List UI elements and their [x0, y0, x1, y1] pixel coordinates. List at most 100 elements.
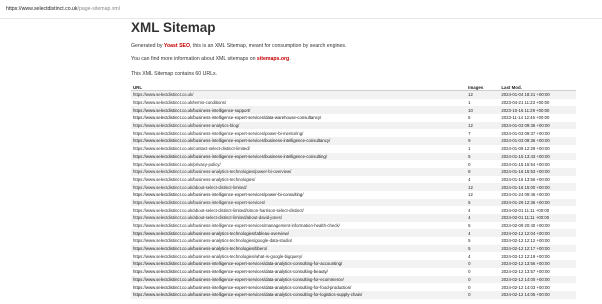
images-cell: 7 — [468, 130, 471, 136]
url-cell: https://www.selectdistinct.co.uk/busines… — [131, 121, 467, 130]
table-row: https://www.selectdistinct.co.uk/busines… — [131, 167, 576, 176]
url-link[interactable]: https://www.selectdistinct.co.uk/contact… — [133, 146, 250, 151]
images-cell: 4 — [468, 253, 471, 259]
images-cell: 10 — [466, 106, 500, 115]
info-text: You can find more information about XML … — [131, 56, 291, 62]
sitemaps-org-link[interactable]: sitemaps.org — [257, 56, 289, 62]
url-link[interactable]: https://www.selectdistinct.co.uk/busines… — [133, 231, 289, 236]
images-cell: 0 — [466, 290, 500, 299]
lastmod-cell: 2024-02-12 14:00 +00:00 — [499, 275, 576, 284]
table-row: https://www.selectdistinct.co.uk/about-s… — [131, 183, 576, 191]
address-text[interactable]: https://www.selectdistinct.co.uk/page-si… — [0, 6, 120, 12]
url-link[interactable]: https://www.selectdistinct.co.uk/busines… — [133, 223, 340, 228]
table-row: https://www.selectdistinct.co.uk/busines… — [131, 114, 576, 122]
url-link[interactable]: https://www.selectdistinct.co.uk/busines… — [133, 192, 304, 197]
images-cell: 4 — [468, 207, 471, 213]
url-cell: https://www.selectdistinct.co.uk/busines… — [131, 114, 466, 122]
url-cell: https://www.selectdistinct.co.uk/busines… — [131, 252, 466, 260]
images-cell: 0 — [468, 161, 471, 167]
images-cell: 5 — [466, 244, 500, 253]
images-cell: 12 — [468, 192, 473, 198]
url-link[interactable]: https://www.selectdistinct.co.uk/busines… — [133, 169, 291, 174]
url-link[interactable]: https://www.selectdistinct.co.uk/busines… — [133, 292, 362, 297]
images-cell: 5 — [466, 152, 500, 161]
lastmod-cell: 2024-01-15 13:43 +00:00 — [499, 152, 576, 161]
table-row: https://www.selectdistinct.co.uk/busines… — [131, 176, 576, 184]
generated-suffix: , this is an XML Sitemap, meant for cons… — [190, 43, 347, 49]
url-link[interactable]: https://www.selectdistinct.co.uk/terms-c… — [133, 100, 226, 105]
url-link[interactable]: https://www.selectdistinct.co.uk/busines… — [133, 269, 328, 274]
address-bar[interactable]: https://www.selectdistinct.co.uk/page-si… — [0, 0, 602, 19]
lastmod-cell: 2024-01-03 09:37 +00:00 — [501, 130, 550, 136]
table-row: https://www.selectdistinct.co.uk/busines… — [131, 229, 576, 238]
images-cell: 4 — [466, 229, 500, 238]
url-link[interactable]: https://www.selectdistinct.co.uk/about-s… — [133, 208, 304, 213]
url-link[interactable]: https://www.selectdistinct.co.uk/busines… — [133, 131, 303, 136]
url-link[interactable]: https://www.selectdistinct.co.uk/busines… — [133, 285, 351, 290]
url-link[interactable]: https://www.selectdistinct.co.uk/busines… — [133, 123, 239, 128]
table-row: https://www.selectdistinct.co.uk/privacy… — [131, 160, 576, 168]
images-cell: 9 — [466, 137, 500, 145]
url-link[interactable]: https://www.selectdistinct.co.uk/busines… — [133, 108, 250, 113]
url-cell: https://www.selectdistinct.co.uk/busines… — [131, 275, 467, 284]
url-link[interactable]: https://www.selectdistinct.co.uk/busines… — [133, 238, 292, 243]
url-cell: https://www.selectdistinct.co.uk/ — [131, 90, 467, 99]
lastmod-cell: 2024-02-12 12:19 +00:00 — [501, 253, 550, 259]
generated-prefix: Generated by — [131, 43, 164, 49]
table-row: https://www.selectdistinct.co.uk/busines… — [131, 283, 576, 291]
url-cell: https://www.selectdistinct.co.uk/contact… — [131, 145, 466, 153]
url-link[interactable]: https://www.selectdistinct.co.uk/about-s… — [133, 215, 282, 220]
table-row: https://www.selectdistinct.co.uk/about-s… — [131, 206, 576, 214]
lastmod-cell: 2024-02-12 13:56 +00:00 — [499, 260, 576, 268]
url-link[interactable]: https://www.selectdistinct.co.uk/busines… — [133, 246, 267, 251]
lastmod-cell: 2024-02-12 12:04 +00:00 — [499, 229, 576, 238]
url-link[interactable]: https://www.selectdistinct.co.uk/about-s… — [133, 185, 247, 190]
info-prefix: You can find more information about XML … — [131, 56, 257, 62]
url-cell: https://www.selectdistinct.co.uk/about-s… — [131, 206, 466, 214]
lastmod-cell: 2024-01-16 13:56 +00:00 — [501, 176, 550, 182]
lastmod-cell: 2024-01-08 12:29 +00:00 — [501, 146, 550, 152]
table-row: https://www.selectdistinct.co.uk/busines… — [131, 252, 576, 260]
lastmod-cell: 2024-01-16 15:00 +00:00 — [499, 183, 576, 191]
images-cell: 5 — [468, 238, 471, 244]
lastmod-cell: 2023-10-16 11:29 +00:00 — [499, 106, 576, 115]
url-cell: https://www.selectdistinct.co.uk/busines… — [131, 260, 467, 268]
images-cell: 1 — [468, 100, 471, 106]
url-cell: https://www.selectdistinct.co.uk/terms-c… — [131, 99, 466, 107]
lastmod-cell: 2024-01-16 15:53 +00:00 — [499, 167, 576, 176]
sitemap-table: URL Images Last Mod. https://www.selectd… — [131, 84, 576, 299]
lastmod-cell: 2024-02-01 11:11 +00:00 — [501, 207, 550, 213]
images-cell: 5 — [468, 115, 471, 121]
url-cell: https://www.selectdistinct.co.uk/busines… — [131, 244, 467, 253]
images-cell: 4 — [468, 176, 471, 182]
url-link[interactable]: https://www.selectdistinct.co.uk/busines… — [133, 200, 265, 205]
url-link[interactable]: https://www.selectdistinct.co.uk/busines… — [133, 154, 327, 159]
images-cell: 1 — [468, 146, 471, 152]
url-cell: https://www.selectdistinct.co.uk/busines… — [131, 152, 467, 161]
url-link[interactable]: https://www.selectdistinct.co.uk/busines… — [133, 254, 302, 259]
table-row: https://www.selectdistinct.co.uk/busines… — [131, 152, 576, 161]
url-cell: https://www.selectdistinct.co.uk/busines… — [131, 106, 467, 115]
url-link[interactable]: https://www.selectdistinct.co.uk/ — [133, 92, 193, 97]
images-cell: 12 — [466, 183, 500, 191]
url-link[interactable]: https://www.selectdistinct.co.uk/privacy… — [133, 162, 221, 167]
page-title: XML Sitemap — [131, 20, 216, 35]
url-link[interactable]: https://www.selectdistinct.co.uk/busines… — [133, 115, 321, 120]
lastmod-cell: 2023-04-21 11:23 +00:00 — [501, 100, 550, 106]
url-link[interactable]: https://www.selectdistinct.co.uk/busines… — [133, 177, 255, 182]
table-row: https://www.selectdistinct.co.uk/busines… — [131, 275, 576, 284]
lastmod-cell: 2024-01-03 09:36 +00:00 — [499, 137, 576, 145]
url-link[interactable]: https://www.selectdistinct.co.uk/busines… — [133, 138, 330, 143]
url-host: https://www.selectdistinct.co.uk — [6, 6, 78, 12]
table-row: https://www.selectdistinct.co.uk/busines… — [131, 129, 576, 137]
url-cell: https://www.selectdistinct.co.uk/about-s… — [131, 214, 467, 222]
url-cell: https://www.selectdistinct.co.uk/busines… — [131, 229, 467, 238]
url-link[interactable]: https://www.selectdistinct.co.uk/busines… — [133, 261, 342, 266]
yoast-link[interactable]: Yoast SEO — [164, 43, 190, 49]
url-cell: https://www.selectdistinct.co.uk/privacy… — [131, 160, 466, 168]
table-row: https://www.selectdistinct.co.uk/terms-c… — [131, 99, 576, 107]
lastmod-cell: 2023-11-14 12:46 +00:00 — [501, 115, 550, 121]
images-cell: 8 — [466, 167, 500, 176]
url-link[interactable]: https://www.selectdistinct.co.uk/busines… — [133, 277, 344, 282]
images-cell: 0 — [466, 275, 500, 284]
